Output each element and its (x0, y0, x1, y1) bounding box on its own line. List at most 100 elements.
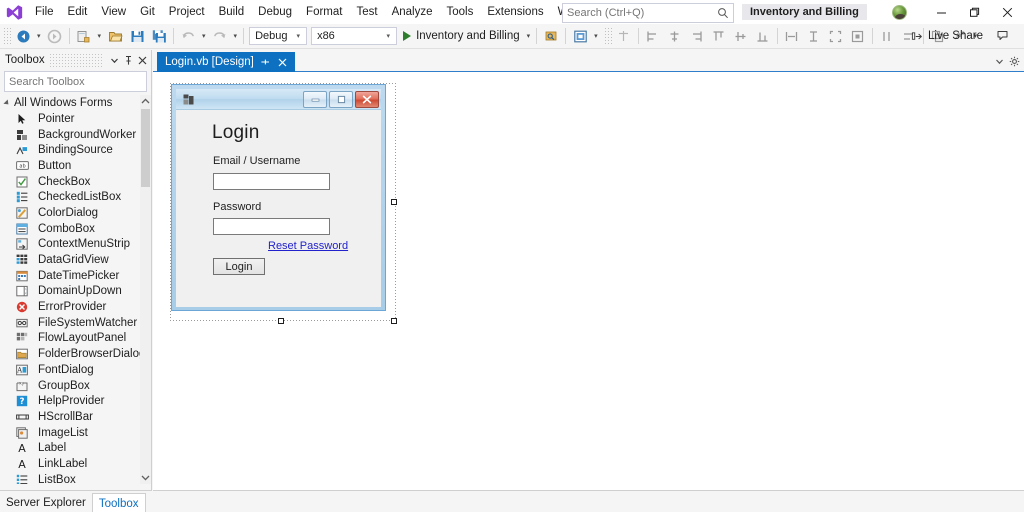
center-horizontally-button[interactable] (847, 25, 869, 47)
align-centers-button[interactable] (664, 25, 686, 47)
designer-preview-dropdown-icon[interactable]: ▾ (591, 33, 601, 40)
menu-item-git[interactable]: Git (133, 0, 162, 24)
designer-preview-button[interactable] (569, 25, 591, 47)
pin-icon[interactable] (121, 52, 135, 68)
make-same-width-button[interactable] (781, 25, 803, 47)
make-same-height-button[interactable] (803, 25, 825, 47)
close-button[interactable] (991, 0, 1024, 24)
send-feedback-button[interactable] (992, 25, 1014, 47)
align-bottoms-button[interactable] (752, 25, 774, 47)
user-account-button[interactable] (888, 3, 910, 21)
toolbox-item-checkbox[interactable]: CheckBox (0, 174, 151, 190)
align-middles-button[interactable] (730, 25, 752, 47)
resize-handle-right[interactable] (391, 199, 397, 205)
navigate-forward-button[interactable] (44, 25, 66, 47)
toolbox-item-domainupdown[interactable]: DomainUpDown (0, 284, 151, 300)
toolbox-item-fontdialog[interactable]: A FontDialog (0, 362, 151, 378)
gear-icon[interactable] (1007, 53, 1022, 69)
scroll-up-icon[interactable] (140, 95, 151, 108)
menu-item-extensions[interactable]: Extensions (480, 0, 550, 24)
login-form-window[interactable]: Login Email / Username Password Reset Pa… (172, 85, 385, 310)
form-close-button[interactable] (355, 91, 379, 108)
toolbox-drag-handle[interactable] (48, 52, 103, 68)
save-all-button[interactable] (148, 25, 170, 47)
new-project-dropdown-icon[interactable]: ▾ (95, 33, 105, 40)
menu-item-file[interactable]: File (28, 0, 61, 24)
toolbox-item-hscrollbar[interactable]: HScrollBar (0, 409, 151, 425)
toolbox-item-button[interactable]: ab Button (0, 158, 151, 174)
solution-platform-combo[interactable]: x86 ▾ (311, 27, 398, 45)
menu-item-format[interactable]: Format (299, 0, 349, 24)
menu-item-tools[interactable]: Tools (439, 0, 480, 24)
panel-tab-server-explorer[interactable]: Server Explorer (0, 493, 92, 512)
toolbox-item-pointer[interactable]: Pointer (0, 111, 151, 127)
toolbox-item-errorprovider[interactable]: ErrorProvider (0, 299, 151, 315)
start-debug-dropdown-icon[interactable]: ▾ (524, 33, 534, 40)
close-icon[interactable] (135, 52, 149, 68)
toolbox-item-folderbrowserdialog[interactable]: FolderBrowserDialog (0, 346, 151, 362)
toolbox-scrollbar[interactable] (140, 95, 151, 484)
password-input[interactable] (213, 218, 330, 235)
toolbox-search[interactable]: ▾ (4, 71, 170, 92)
email-username-input[interactable] (213, 173, 330, 190)
toolbar-grip[interactable] (2, 28, 11, 44)
toolbox-group-all-windows-forms[interactable]: All Windows Forms (0, 95, 151, 111)
save-button[interactable] (126, 25, 148, 47)
toolbox-item-linklabel[interactable]: A LinkLabel (0, 456, 151, 472)
chevron-down-icon[interactable] (107, 52, 121, 68)
minimize-button[interactable] (925, 0, 958, 24)
toolbox-scrollbar-thumb[interactable] (141, 109, 150, 187)
toolbox-item-checkedlistbox[interactable]: CheckedListBox (0, 189, 151, 205)
toolbar-grip[interactable] (602, 28, 612, 44)
scroll-down-icon[interactable] (140, 471, 151, 484)
quick-launch-search[interactable] (562, 3, 734, 23)
navigate-backward-button[interactable] (12, 25, 34, 47)
form-maximize-button[interactable] (329, 91, 353, 108)
toolbox-item-backgroundworker[interactable]: BackgroundWorker (0, 127, 151, 143)
toolbox-item-list[interactable]: All Windows Forms Pointer BackgroundWork… (0, 95, 151, 484)
toolbox-item-contextmenustrip[interactable]: ContextMenuStrip (0, 237, 151, 253)
reset-password-link[interactable]: Reset Password (268, 240, 348, 252)
redo-button[interactable] (209, 25, 231, 47)
menu-item-test[interactable]: Test (349, 0, 384, 24)
toolbox-item-imagelist[interactable]: ImageList (0, 425, 151, 441)
menu-item-build[interactable]: Build (212, 0, 252, 24)
toolbox-item-filesystemwatcher[interactable]: FileSystemWatcher (0, 315, 151, 331)
form-client-area[interactable]: Login Email / Username Password Reset Pa… (176, 110, 381, 307)
new-project-button[interactable] (73, 25, 95, 47)
form-selection-frame[interactable]: Login Email / Username Password Reset Pa… (169, 82, 397, 324)
toolbox-item-listbox[interactable]: ListBox (0, 472, 151, 484)
size-to-grid-button[interactable] (825, 25, 847, 47)
resize-handle-bottom-right[interactable] (391, 318, 397, 324)
toolbox-item-groupbox[interactable]: xy GroupBox (0, 378, 151, 394)
align-rights-button[interactable] (686, 25, 708, 47)
horizontal-spacing-button[interactable] (876, 25, 898, 47)
toolbox-item-colordialog[interactable]: ColorDialog (0, 205, 151, 221)
login-button[interactable]: Login (213, 258, 265, 275)
document-tab-login-design[interactable]: Login.vb [Design] (157, 52, 295, 72)
menu-item-edit[interactable]: Edit (61, 0, 95, 24)
form-minimize-button[interactable] (303, 91, 327, 108)
tab-list-dropdown-icon[interactable] (992, 53, 1007, 69)
toolbox-item-bindingsource[interactable]: BindingSource (0, 142, 151, 158)
align-tops-button[interactable] (708, 25, 730, 47)
navigate-backward-dropdown-icon[interactable]: ▾ (34, 33, 44, 40)
hot-reload-button[interactable] (540, 25, 562, 47)
resize-handle-bottom[interactable] (278, 318, 284, 324)
maximize-button[interactable] (958, 0, 991, 24)
toolbox-search-input[interactable] (5, 73, 155, 90)
pin-icon[interactable] (258, 55, 272, 69)
toolbox-item-datagridview[interactable]: DataGridView (0, 252, 151, 268)
solution-configuration-combo[interactable]: Debug ▾ (249, 27, 308, 45)
toolbox-item-helpprovider[interactable]: ? HelpProvider (0, 393, 151, 409)
close-icon[interactable] (276, 55, 290, 69)
panel-tab-toolbox[interactable]: Toolbox (91, 493, 146, 512)
align-to-grid-button[interactable] (613, 25, 635, 47)
menu-item-project[interactable]: Project (162, 0, 212, 24)
toolbox-item-flowlayoutpanel[interactable]: FlowLayoutPanel (0, 331, 151, 347)
toolbox-item-label[interactable]: A Label (0, 440, 151, 456)
start-debug-button[interactable]: Inventory and Billing (399, 25, 524, 47)
undo-button[interactable] (177, 25, 199, 47)
menu-item-view[interactable]: View (94, 0, 133, 24)
redo-dropdown-icon[interactable]: ▾ (231, 33, 241, 40)
